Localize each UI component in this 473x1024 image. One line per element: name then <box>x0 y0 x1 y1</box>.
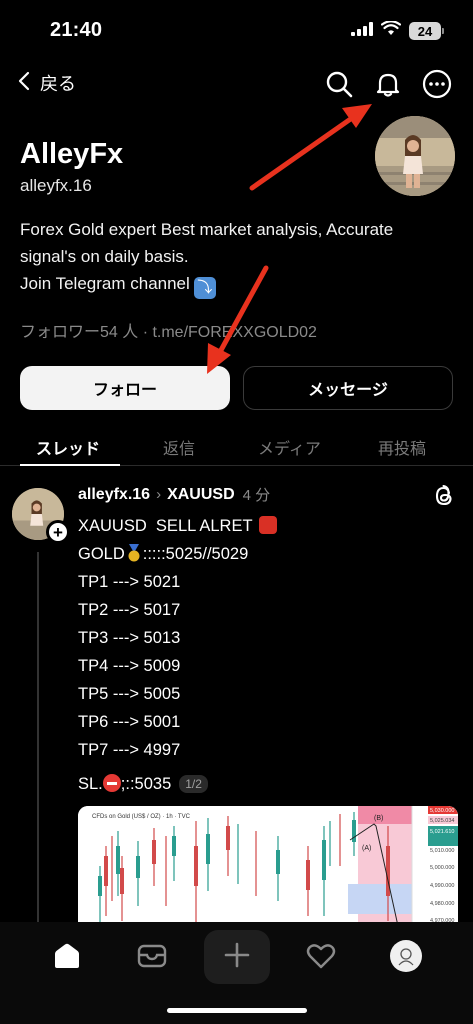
profile-tab[interactable] <box>386 936 426 976</box>
top-navigation: 戻る <box>0 64 473 104</box>
inbox-icon[interactable] <box>132 936 172 976</box>
new-post-button[interactable] <box>204 930 270 984</box>
post-line: TP7 ---> 4997 <box>78 741 181 759</box>
chart-price-label: 4,980.000 <box>430 901 454 907</box>
more-options-icon[interactable] <box>421 68 453 100</box>
chart-wave-label-b: (B) <box>374 815 383 822</box>
bio-line: signal's on daily basis. <box>20 247 189 266</box>
tab-replies[interactable]: 返信 <box>163 435 195 459</box>
post-line: TP4 ---> 5009 <box>78 657 181 675</box>
back-button[interactable]: 戻る <box>18 70 76 96</box>
post-line: TP5 ---> 5005 <box>78 685 181 703</box>
back-label: 戻る <box>40 74 76 94</box>
media-page-indicator: 1/2 <box>179 775 208 793</box>
post-topic[interactable]: XAUUSD <box>167 486 235 504</box>
chart-price-label: 5,030.000 <box>430 808 454 814</box>
tab-media[interactable]: メディア <box>258 435 321 459</box>
plus-icon <box>224 942 250 973</box>
chevron-left-icon <box>18 71 30 96</box>
status-bar: 21:40 24 <box>0 0 473 62</box>
post-line: TP3 ---> 5013 <box>78 629 181 647</box>
user-avatar <box>390 940 422 972</box>
heart-icon[interactable] <box>301 936 341 976</box>
profile-avatar[interactable] <box>375 116 455 196</box>
search-icon[interactable] <box>323 68 355 100</box>
chevron-right-icon: › <box>156 486 162 503</box>
post-line: TP6 ---> 5001 <box>78 713 181 731</box>
follow-plus-icon[interactable]: + <box>46 520 70 544</box>
stop-loss-line: SL. ;::5035 1/2 <box>78 774 208 794</box>
followers-link-line[interactable]: フォロワー54 人 · t.me/FOREXXGOLD02 <box>20 318 317 342</box>
profile-tabs: スレッド 返信 メディア 再投稿 <box>0 426 473 466</box>
post-media-image[interactable]: (B) (A) CFDs on Gold (US$ / OZ) · 1h · T… <box>78 806 458 926</box>
active-tab-indicator <box>20 464 120 466</box>
post-header: alleyfx.16 › XAUUSD 4 分 <box>78 484 270 505</box>
arrow-to-bell-icon <box>249 104 372 191</box>
post-username[interactable]: alleyfx.16 <box>78 486 150 504</box>
arrow-down-right-emoji: ⤵ <box>193 277 216 299</box>
chart-title: CFDs on Gold (US$ / OZ) · 1h · TVC <box>92 814 191 820</box>
signal-icon <box>351 21 373 41</box>
bio-line: Forex Gold expert Best market analysis, … <box>20 220 394 239</box>
post-time: 4 分 <box>242 487 271 504</box>
wifi-icon <box>380 20 402 41</box>
message-button[interactable]: メッセージ <box>243 366 453 410</box>
chart-price-label: 5,010.000 <box>430 848 454 854</box>
tab-reposts[interactable]: 再投稿 <box>378 435 426 459</box>
post-body: XAUUSD SELL ALRET GOLD:::::5025//5029 TP… <box>78 512 277 764</box>
battery-indicator: 24 <box>409 22 444 40</box>
home-indicator <box>167 1008 307 1013</box>
no-entry-emoji <box>102 774 121 792</box>
post-line: XAUUSD SELL ALRET <box>78 512 277 540</box>
status-icons: 24 <box>351 20 444 41</box>
profile-handle: alleyfx.16 <box>20 176 92 195</box>
post-line: GOLD:::::5025//5029 <box>78 543 249 563</box>
post-line: TP1 ---> 5021 <box>78 573 181 591</box>
threads-logo-icon[interactable] <box>433 484 455 513</box>
chart-price-label: 5,021.610 <box>430 829 454 835</box>
bio-line-telegram: Join Telegram channel ⤵ <box>20 270 440 299</box>
status-time: 21:40 <box>50 19 103 41</box>
chart-price-label: 5,025.034 <box>430 818 454 824</box>
follow-button[interactable]: フォロー <box>20 366 230 410</box>
tab-threads[interactable]: スレッド <box>36 435 100 459</box>
profile-bio: Forex Gold expert Best market analysis, … <box>20 216 440 299</box>
chart-wave-label-a: (A) <box>362 845 371 852</box>
post-line: TP2 ---> 5017 <box>78 601 181 619</box>
bell-icon[interactable] <box>372 68 404 100</box>
siren-emoji <box>258 516 277 534</box>
thread-line <box>37 552 39 922</box>
home-icon[interactable] <box>47 936 87 976</box>
chart-price-label: 5,000.000 <box>430 865 454 871</box>
profile-name: AlleyFx <box>20 138 124 170</box>
chart-price-label: 4,990.000 <box>430 883 454 889</box>
gold-medal-emoji <box>127 543 141 562</box>
